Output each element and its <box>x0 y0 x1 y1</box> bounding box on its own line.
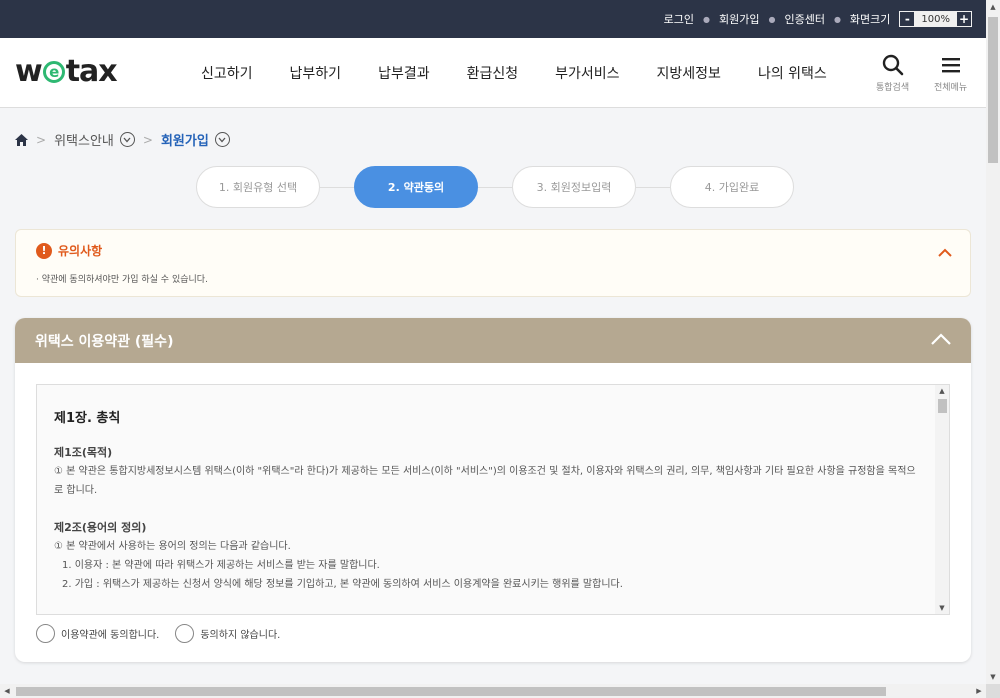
top-utility-bar: 로그인 ● 회원가입 ● 인증센터 ● 화면크기 - 100% + <box>0 0 986 38</box>
chevron-up-icon[interactable] <box>931 332 951 349</box>
article-1-title: 제1조(목적) <box>54 446 113 459</box>
article-2-item-2: 2. 가입 : 위택스가 제공하는 신청서 양식에 해당 정보를 기입하고, 본… <box>62 579 623 590</box>
warning-icon: ! <box>36 242 52 259</box>
chevron-down-icon[interactable] <box>119 132 135 147</box>
zoom-out-button[interactable]: - <box>900 12 915 26</box>
step-connector <box>636 186 670 188</box>
article-1-text: ① 본 약관은 통합지방세정보시스템 위택스(이하 "위택스"라 한다)가 제공… <box>54 466 916 496</box>
search-caption: 통합검색 <box>876 83 910 93</box>
integrated-search-button[interactable]: 통합검색 <box>876 54 909 93</box>
disagree-label: 동의하지 않습니다. <box>200 630 281 641</box>
signup-steps: 1. 회원유형 선택 2. 약관동의 3. 회원정보입력 4. 가입완료 <box>196 166 794 208</box>
page-horizontal-scrollbar[interactable]: ◀ ▶ <box>0 684 986 698</box>
radio-circle[interactable] <box>36 624 55 643</box>
step-connector <box>478 186 512 188</box>
scroll-up-arrow-icon[interactable]: ▲ <box>935 385 949 397</box>
breadcrumb-current[interactable]: 회원가입 <box>161 130 209 149</box>
notice-title-row: ! 유의사항 <box>36 242 102 259</box>
zoom-value: 100% <box>921 13 950 25</box>
scroll-down-arrow-icon[interactable]: ▼ <box>986 670 1000 684</box>
screen-size-label: 화면크기 <box>849 13 891 26</box>
nav-refund[interactable]: 환급신청 <box>467 63 519 83</box>
scroll-up-arrow-icon[interactable]: ▲ <box>986 0 1000 14</box>
main-nav: 신고하기 납부하기 납부결과 환급신청 부가서비스 지방세정보 나의 위택스 <box>201 38 864 108</box>
article-2-title: 제2조(용어의 정의) <box>54 521 147 534</box>
agreement-options: 이용약관에 동의합니다. 동의하지 않습니다. <box>36 624 296 643</box>
separator-dot: ● <box>833 14 841 24</box>
scroll-left-arrow-icon[interactable]: ◀ <box>0 684 14 698</box>
chevron-right-icon: > <box>36 132 47 147</box>
menu-caption: 전체메뉴 <box>934 83 968 93</box>
chapter-title: 제1장. 총칙 <box>54 411 121 426</box>
zoom-control: - 100% + <box>899 11 972 27</box>
nav-extra-services[interactable]: 부가서비스 <box>555 63 619 83</box>
auth-center-link[interactable]: 인증센터 <box>784 11 824 27</box>
terms-panel: 위택스 이용약관 (필수) 제1장. 총칙 제1조(목적) ① 본 약관은 통합… <box>15 318 971 662</box>
agree-label: 이용약관에 동의합니다. <box>61 630 160 641</box>
main-header: w e tax 신고하기 납부하기 납부결과 환급신청 부가서비스 지방세정보 나의… <box>0 38 986 108</box>
disagree-radio[interactable]: 동의하지 않습니다. <box>175 624 280 643</box>
nav-payment-result[interactable]: 납부결과 <box>378 63 430 83</box>
page-vertical-scrollbar[interactable]: ▲ ▼ <box>986 0 1000 684</box>
chevron-up-icon[interactable] <box>938 242 952 261</box>
breadcrumb: > 위택스안내 > 회원가입 <box>15 130 230 149</box>
wetax-logo[interactable]: w e tax <box>15 54 118 89</box>
scrollbar-corner <box>986 684 1000 698</box>
page-scroll-thumb[interactable] <box>988 17 998 163</box>
signup-link[interactable]: 회원가입 <box>719 11 759 27</box>
nav-my-wetax[interactable]: 나의 위택스 <box>758 63 827 83</box>
separator-dot: ● <box>703 14 710 24</box>
step-4: 4. 가입완료 <box>670 166 794 208</box>
logo-e-ring: e <box>42 60 65 83</box>
separator-dot: ● <box>768 14 776 24</box>
hamburger-icon <box>941 58 960 73</box>
step-connector <box>320 186 354 188</box>
login-link[interactable]: 로그인 <box>664 11 694 27</box>
chevron-right-icon: > <box>142 132 153 147</box>
chevron-down-icon[interactable] <box>214 132 230 147</box>
nav-report[interactable]: 신고하기 <box>201 63 253 83</box>
terms-scrollbar[interactable]: ▲ ▼ <box>935 385 949 614</box>
home-icon[interactable] <box>15 133 28 146</box>
terms-title: 위택스 이용약관 (필수) <box>35 333 174 350</box>
zoom-in-button[interactable]: + <box>957 12 971 26</box>
article-2-item-1: 1. 이용자 : 본 약관에 따라 위택스가 제공하는 서비스를 받는 자를 말… <box>62 560 380 571</box>
terms-scroll-box[interactable]: 제1장. 총칙 제1조(목적) ① 본 약관은 통합지방세정보시스템 위택스(이… <box>36 384 950 615</box>
step-2-active: 2. 약관동의 <box>354 166 478 208</box>
scroll-down-arrow-icon[interactable]: ▼ <box>935 602 949 614</box>
scroll-right-arrow-icon[interactable]: ▶ <box>972 684 986 698</box>
step-3: 3. 회원정보입력 <box>512 166 636 208</box>
breadcrumb-level1[interactable]: 위택스안내 <box>54 130 114 149</box>
nav-local-tax-info[interactable]: 지방세정보 <box>657 63 721 83</box>
logo-text-w: w <box>15 54 43 89</box>
radio-circle[interactable] <box>175 624 195 643</box>
all-menu-button[interactable]: 전체메뉴 <box>934 54 967 93</box>
notice-text: · 약관에 동의하셔야만 가입 하실 수 있습니다. <box>36 275 208 285</box>
scroll-thumb[interactable] <box>938 399 947 413</box>
page-hscroll-thumb[interactable] <box>16 687 886 696</box>
notice-title: 유의사항 <box>58 244 103 258</box>
terms-content: 제1장. 총칙 제1조(목적) ① 본 약관은 통합지방세정보시스템 위택스(이… <box>54 409 924 594</box>
notice-box: ! 유의사항 · 약관에 동의하셔야만 가입 하실 수 있습니다. <box>15 229 971 297</box>
article-2-text: ① 본 약관에서 사용하는 용어의 정의는 다음과 같습니다. <box>54 541 291 552</box>
search-icon <box>882 54 903 76</box>
agree-radio[interactable]: 이용약관에 동의합니다. <box>36 624 159 643</box>
nav-payment[interactable]: 납부하기 <box>290 63 342 83</box>
step-1: 1. 회원유형 선택 <box>196 166 320 208</box>
terms-header: 위택스 이용약관 (필수) <box>15 318 971 363</box>
logo-text-tax: tax <box>65 54 118 89</box>
